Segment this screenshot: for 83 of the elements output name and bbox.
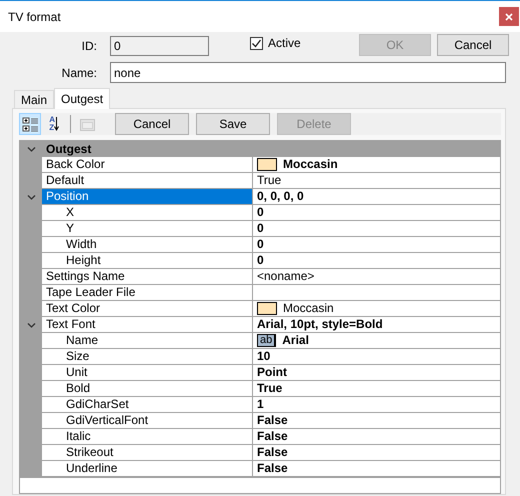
toolbar-button[interactable]: Save <box>196 113 270 135</box>
font-preview: ab <box>257 334 276 347</box>
alphabetical-tool[interactable]: AZ <box>43 113 65 135</box>
value-cell[interactable]: False <box>253 445 500 461</box>
value-cell[interactable]: 0, 0, 0, 0 <box>253 189 500 205</box>
property-name[interactable]: Unit <box>42 365 253 381</box>
property-name[interactable]: Height <box>42 253 253 269</box>
value-cell[interactable]: 0 <box>253 205 500 221</box>
property-name[interactable]: Tape Leader File <box>42 285 253 301</box>
property-value: 0 <box>257 221 264 236</box>
value-cell[interactable]: 0 <box>253 221 500 237</box>
checkmark-icon <box>251 38 262 48</box>
value-cell[interactable] <box>253 285 500 301</box>
property-value: False <box>257 445 288 460</box>
property-name[interactable]: Text Font <box>42 317 253 333</box>
property-name[interactable]: X <box>42 205 253 221</box>
id-field[interactable]: 0 <box>110 36 209 56</box>
value-cell[interactable]: 1 <box>253 397 500 413</box>
id-label: ID: <box>80 39 97 53</box>
active-label: Active <box>268 36 301 50</box>
close-icon <box>505 12 513 20</box>
property-value: False <box>257 461 288 476</box>
categorized-tool[interactable] <box>19 113 41 135</box>
property-name[interactable]: Text Color <box>42 301 253 317</box>
property-value: Moccasin <box>283 301 334 316</box>
property-name[interactable]: Position <box>42 189 253 205</box>
chevron-down-icon[interactable] <box>26 320 36 330</box>
property-name[interactable]: Settings Name <box>42 269 253 285</box>
property-value: False <box>257 413 288 428</box>
property-name[interactable]: GdiVerticalFont <box>42 413 253 429</box>
value-cell[interactable]: 0 <box>253 237 500 253</box>
toolbar-button[interactable]: Cancel <box>115 113 189 135</box>
value-cell[interactable]: Moccasin <box>253 301 500 317</box>
value-cell[interactable]: Point <box>253 365 500 381</box>
tab[interactable]: Main <box>14 90 54 108</box>
property-value: Moccasin <box>283 157 338 172</box>
property-name[interactable]: Strikeout <box>42 445 253 461</box>
categorized-list-icon <box>22 116 38 132</box>
property-value: 0 <box>257 253 264 268</box>
property-value: 1 <box>257 397 264 412</box>
property-name[interactable]: Width <box>42 237 253 253</box>
active-checkbox[interactable] <box>250 36 263 50</box>
property-name[interactable]: Underline <box>42 461 253 477</box>
property-name[interactable]: GdiCharSet <box>42 397 253 413</box>
chevron-down-icon[interactable] <box>26 144 36 154</box>
value-cell[interactable]: False <box>253 429 500 445</box>
value-cell[interactable]: <noname> <box>253 269 500 285</box>
name-label: Name: <box>60 66 97 80</box>
value-cell[interactable]: 0 <box>253 253 500 269</box>
property-value: False <box>257 429 288 444</box>
property-value: Arial, 10pt, style=Bold <box>257 317 383 332</box>
name-field[interactable]: none <box>110 62 506 83</box>
window-title: TV format <box>8 10 61 24</box>
value-cell[interactable]: Moccasin <box>253 157 500 173</box>
value-cell[interactable]: True <box>253 381 500 397</box>
tab[interactable]: Outgest <box>54 88 110 109</box>
property-name[interactable]: Back Color <box>42 157 253 173</box>
value-cell[interactable]: ab Arial <box>253 333 500 349</box>
property-name[interactable]: Bold <box>42 381 253 397</box>
value-cell[interactable]: True <box>253 173 500 189</box>
property-name[interactable]: Name <box>42 333 253 349</box>
property-value: 0, 0, 0, 0 <box>257 189 304 204</box>
property-name[interactable]: Default <box>42 173 253 189</box>
property-name[interactable]: Y <box>42 221 253 237</box>
down-arrow-icon <box>54 117 59 131</box>
property-value: <noname> <box>257 269 314 284</box>
property-value: Arial <box>282 333 309 348</box>
property-value: 0 <box>257 205 264 220</box>
property-value: 0 <box>257 237 264 252</box>
property-name[interactable]: Size <box>42 349 253 365</box>
close-button[interactable] <box>499 7 519 26</box>
property-name[interactable]: Italic <box>42 429 253 445</box>
property-value: Point <box>257 365 287 380</box>
property-value: True <box>257 173 282 188</box>
value-cell[interactable]: Arial, 10pt, style=Bold <box>253 317 500 333</box>
chevron-down-icon[interactable] <box>26 192 36 202</box>
property-value: 10 <box>257 349 270 364</box>
value-cell[interactable]: 10 <box>253 349 500 365</box>
dialog-button[interactable]: Cancel <box>437 34 509 56</box>
value-cell[interactable]: False <box>253 413 500 429</box>
category-label: Outgest <box>45 141 92 157</box>
value-cell[interactable]: False <box>253 461 500 477</box>
property-value: True <box>257 381 282 396</box>
